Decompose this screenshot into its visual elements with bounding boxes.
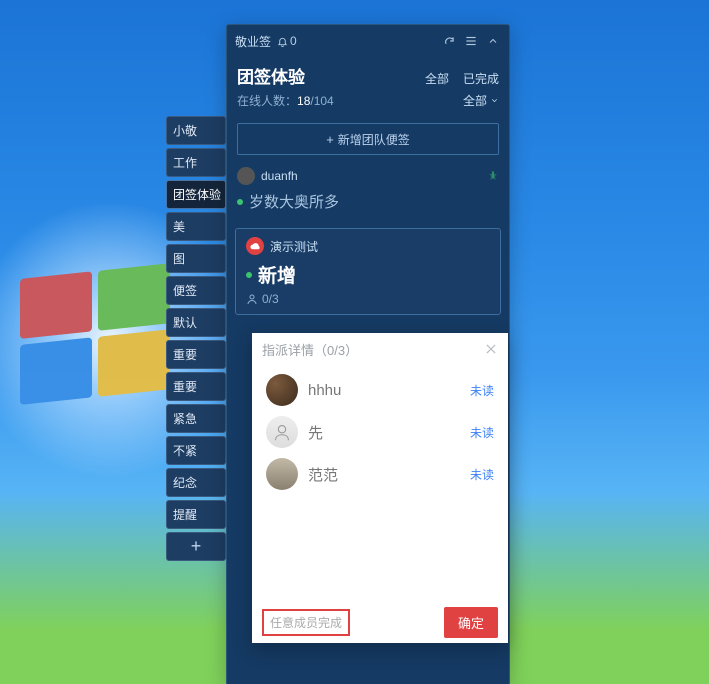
tab-all[interactable]: 全部 — [425, 70, 449, 87]
side-tab-label: 纪念 — [173, 474, 197, 491]
side-tab[interactable]: 纪念 — [166, 468, 226, 497]
member-list: hhhu 未读 先 未读 范范 未读 — [252, 365, 508, 601]
side-tab[interactable]: 默认 — [166, 308, 226, 337]
filter-label: 全部 — [463, 92, 487, 109]
side-tab-label: 提醒 — [173, 506, 197, 523]
side-tab[interactable]: 重要 — [166, 340, 226, 369]
filter-dropdown[interactable]: 全部 — [463, 92, 499, 109]
dialog-header: 指派详情（0/3） — [252, 333, 508, 365]
side-tab-label: 紧急 — [173, 410, 197, 427]
note-owner-row: duanfh — [235, 163, 501, 189]
sync-icon[interactable] — [441, 33, 457, 49]
add-note-label: 新增团队便签 — [338, 131, 410, 148]
side-tab-list: 小敬 工作 团签体验 美 图 便签 默认 重要 重要 紧急 不紧 纪念 提醒 + — [166, 116, 226, 564]
confirm-button[interactable]: 确定 — [444, 607, 498, 638]
side-tab[interactable]: 不紧 — [166, 436, 226, 465]
side-tab[interactable]: 重要 — [166, 372, 226, 401]
status-dot — [246, 272, 252, 278]
notification-bell[interactable]: 0 — [277, 34, 297, 48]
cloud-icon — [246, 237, 264, 255]
side-tab[interactable]: 便签 — [166, 276, 226, 305]
member-avatar — [266, 374, 298, 406]
note-list: duanfh 岁数大奥所多 — [227, 163, 509, 222]
dialog-title: 指派详情（0/3） — [262, 340, 358, 359]
side-tab-label: 便签 — [173, 282, 197, 299]
member-row[interactable]: 先 未读 — [256, 411, 504, 453]
member-name: hhhu — [308, 382, 341, 399]
card-title-text: 新增 — [258, 261, 296, 288]
note-card-selected[interactable]: 演示测试 新增 0/3 — [235, 228, 501, 315]
member-row[interactable]: hhhu 未读 — [256, 369, 504, 411]
chevron-down-icon — [490, 96, 499, 105]
member-avatar — [266, 458, 298, 490]
collapse-icon[interactable] — [485, 33, 501, 49]
tab-done[interactable]: 已完成 — [463, 70, 499, 87]
side-tab-label: 默认 — [173, 314, 197, 331]
side-tab[interactable]: 美 — [166, 212, 226, 241]
assign-detail-dialog: 指派详情（0/3） hhhu 未读 先 未读 范范 未读 — [252, 333, 508, 643]
member-status: 未读 — [470, 382, 494, 399]
person-icon — [246, 293, 258, 305]
menu-icon[interactable] — [463, 33, 479, 49]
side-tab-label: 不紧 — [173, 442, 197, 459]
titlebar: 敬业签 0 — [227, 25, 509, 57]
dialog-footer: 任意成员完成 确定 — [252, 601, 508, 643]
side-tab-active[interactable]: 团签体验 — [166, 180, 226, 209]
side-tab-label: 团签体验 — [173, 186, 221, 203]
side-tab-label: 重要 — [173, 378, 197, 395]
side-tab[interactable]: 图 — [166, 244, 226, 273]
notif-count: 0 — [290, 34, 297, 48]
card-assign-row[interactable]: 0/3 — [246, 292, 490, 306]
page-title: 团签体验 — [237, 63, 305, 88]
app-name: 敬业签 — [235, 33, 271, 50]
add-team-note-button[interactable]: 新增团队便签 — [237, 123, 499, 155]
member-name: 范范 — [308, 464, 338, 485]
member-row[interactable]: 范范 未读 — [256, 453, 504, 495]
owner-name: duanfh — [261, 169, 298, 183]
side-tab[interactable]: 紧急 — [166, 404, 226, 433]
side-tab-add[interactable]: + — [166, 532, 226, 561]
member-status: 未读 — [470, 424, 494, 441]
member-avatar — [266, 416, 298, 448]
owner-avatar — [237, 167, 255, 185]
note-text: 岁数大奥所多 — [249, 191, 339, 212]
side-tab-label: 美 — [173, 218, 185, 235]
member-name: 先 — [308, 422, 323, 443]
note-item[interactable]: 岁数大奥所多 — [235, 189, 501, 222]
online-count: 在线人数：18/104 — [237, 92, 334, 109]
close-icon[interactable] — [484, 342, 498, 356]
completion-mode-label[interactable]: 任意成员完成 — [262, 609, 350, 636]
status-dot — [237, 199, 243, 205]
assign-count: 0/3 — [262, 292, 279, 306]
card-owner-name: 演示测试 — [270, 238, 318, 255]
side-tab-label: 工作 — [173, 154, 197, 171]
desktop-background: 小敬 工作 团签体验 美 图 便签 默认 重要 重要 紧急 不紧 纪念 提醒 +… — [0, 0, 709, 684]
side-tab-label: 图 — [173, 250, 185, 267]
side-tab-label: 小敬 — [173, 122, 197, 139]
pin-icon[interactable] — [487, 170, 499, 182]
member-status: 未读 — [470, 466, 494, 483]
header: 团签体验 全部 已完成 在线人数：18/104 全部 — [227, 57, 509, 115]
side-tab[interactable]: 提醒 — [166, 500, 226, 529]
side-tab[interactable]: 工作 — [166, 148, 226, 177]
side-tab-label: 重要 — [173, 346, 197, 363]
card-owner-row: 演示测试 — [246, 237, 490, 255]
side-tab[interactable]: 小敬 — [166, 116, 226, 145]
